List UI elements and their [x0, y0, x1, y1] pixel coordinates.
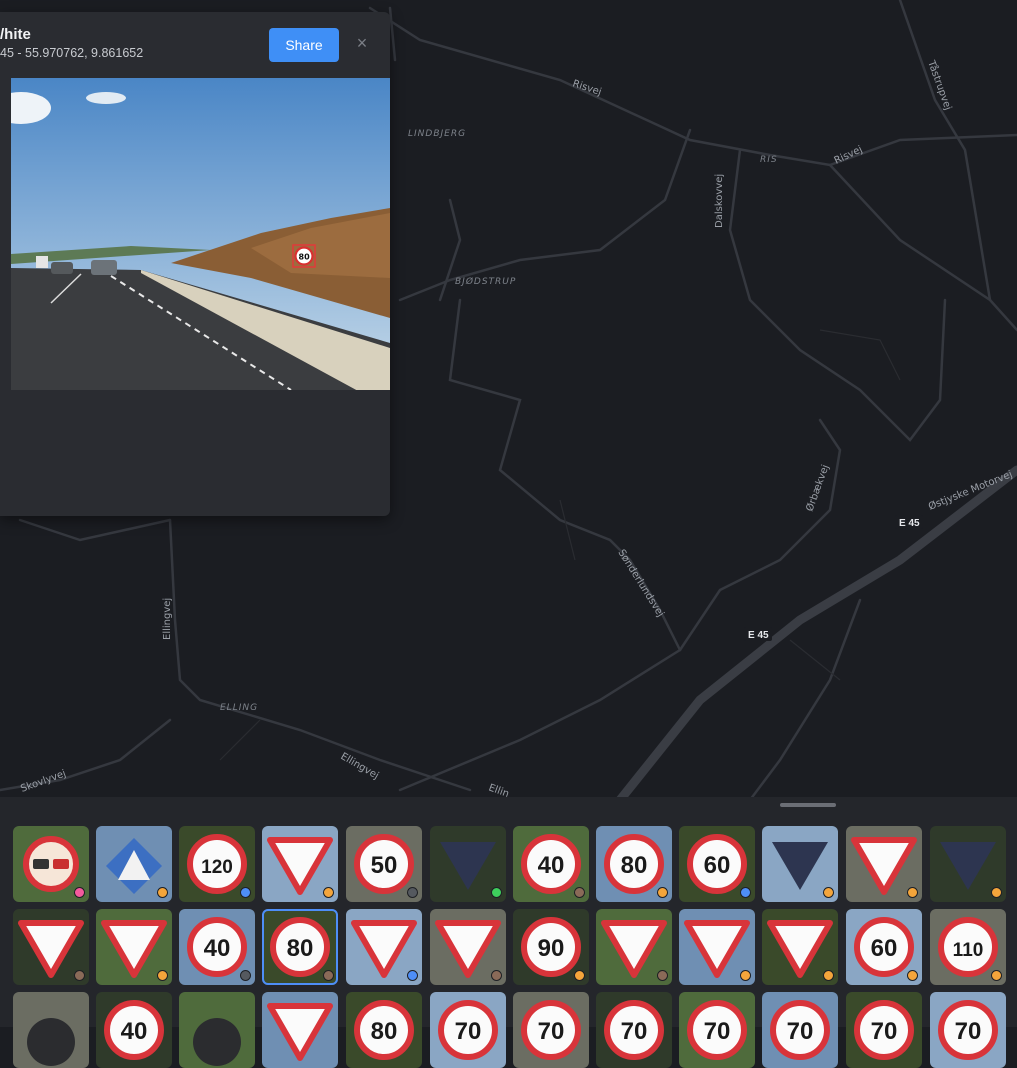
place-label: RIS: [760, 155, 778, 165]
svg-text:70: 70: [621, 1018, 648, 1045]
status-dot: [157, 970, 168, 981]
status-dot: [907, 970, 918, 981]
road-label: Ellingvej: [162, 598, 173, 640]
status-dot: [407, 970, 418, 981]
status-dot: [740, 970, 751, 981]
svg-text:80: 80: [299, 253, 311, 262]
svg-text:80: 80: [621, 852, 648, 879]
thumbnail-pedestrian[interactable]: [96, 826, 172, 902]
status-dot: [323, 970, 334, 981]
thumbnail-yield[interactable]: [596, 909, 672, 985]
status-dot: [407, 887, 418, 898]
svg-text:40: 40: [204, 935, 231, 962]
thumbnail-dark[interactable]: [13, 992, 89, 1068]
thumbnail-speed-50[interactable]: 50: [346, 826, 422, 902]
svg-text:70: 70: [704, 1018, 731, 1045]
thumbnail-dark[interactable]: [179, 992, 255, 1068]
thumbnail-speed-90[interactable]: 90: [513, 909, 589, 985]
status-dot: [74, 970, 85, 981]
thumbnail-speed-70[interactable]: 70: [930, 992, 1006, 1068]
svg-text:70: 70: [787, 1018, 814, 1045]
coordinates-text: 45 - 55.970762, 9.861652: [0, 46, 144, 60]
thumbnail-speed-70[interactable]: 70: [679, 992, 755, 1068]
svg-text:80: 80: [287, 935, 314, 962]
image-detail-card: /hite 45 - 55.970762, 9.861652 Share × 8…: [0, 12, 390, 516]
svg-text:110: 110: [953, 940, 984, 961]
place-label: BJØDSTRUP: [455, 276, 516, 287]
thumbnail-strip[interactable]: 120 50 40 80 60 40 80 90 60 110 40 80 70 70 70 70 70 70 70: [0, 797, 1017, 1068]
thumbnail-speed-70[interactable]: 70: [513, 992, 589, 1068]
svg-text:40: 40: [538, 852, 565, 879]
status-dot: [157, 887, 168, 898]
thumbnail-speed-60[interactable]: 60: [679, 826, 755, 902]
thumbnail-speed-70[interactable]: 70: [596, 992, 672, 1068]
thumbnail-yield[interactable]: [13, 909, 89, 985]
thumbnail-yield-dark[interactable]: [762, 826, 838, 902]
svg-text:60: 60: [704, 852, 731, 879]
status-dot: [74, 887, 85, 898]
status-dot: [991, 970, 1002, 981]
status-dot: [574, 970, 585, 981]
thumbnail-speed-70[interactable]: 70: [762, 992, 838, 1068]
detected-object-title: /hite: [0, 26, 31, 43]
e45-shield: E 45: [899, 518, 920, 529]
svg-text:70: 70: [955, 1018, 982, 1045]
status-dot: [907, 887, 918, 898]
thumbnail-yield[interactable]: [846, 826, 922, 902]
svg-text:70: 70: [871, 1018, 898, 1045]
road-label: Dalskovvej: [714, 174, 725, 228]
thumbnail-speed-120[interactable]: 120: [179, 826, 255, 902]
thumbnail-speed-70[interactable]: 70: [430, 992, 506, 1068]
thumbnail-speed-40[interactable]: 40: [513, 826, 589, 902]
svg-text:120: 120: [201, 857, 233, 878]
status-dot: [574, 887, 585, 898]
thumbnail-yield[interactable]: [679, 909, 755, 985]
thumbnail-yield[interactable]: [262, 992, 338, 1068]
svg-text:80: 80: [371, 1018, 398, 1045]
thumbnail-speed-80[interactable]: 80: [596, 826, 672, 902]
svg-text:50: 50: [371, 852, 398, 879]
status-dot: [740, 887, 751, 898]
thumbnail-yield[interactable]: [430, 909, 506, 985]
status-dot: [657, 887, 668, 898]
thumbnail-yield[interactable]: [346, 909, 422, 985]
status-dot: [657, 970, 668, 981]
thumbnail-speed-40[interactable]: 40: [179, 909, 255, 985]
status-dot: [823, 970, 834, 981]
status-dot: [240, 970, 251, 981]
drag-handle[interactable]: [780, 803, 836, 807]
thumbnail-yield[interactable]: [96, 909, 172, 985]
status-dot: [491, 970, 502, 981]
thumbnail-yield-dark[interactable]: [430, 826, 506, 902]
thumbnail-yield[interactable]: [262, 826, 338, 902]
thumbnail-speed-80[interactable]: 80: [346, 992, 422, 1068]
status-dot: [240, 887, 251, 898]
svg-text:90: 90: [538, 935, 565, 962]
thumbnail-no-overtaking[interactable]: [13, 826, 89, 902]
thumbnail-speed-80[interactable]: 80: [262, 909, 338, 985]
status-dot: [323, 887, 334, 898]
place-label: LINDBJERG: [408, 129, 466, 139]
thumbnail-speed-70[interactable]: 70: [846, 992, 922, 1068]
share-button[interactable]: Share: [269, 28, 339, 62]
svg-text:70: 70: [455, 1018, 482, 1045]
thumbnail-speed-60[interactable]: 60: [846, 909, 922, 985]
status-dot: [991, 887, 1002, 898]
e45-shield: E 45: [748, 630, 769, 641]
svg-text:40: 40: [121, 1018, 148, 1045]
status-dot: [491, 887, 502, 898]
svg-text:60: 60: [871, 935, 898, 962]
thumbnail-speed-110[interactable]: 110: [930, 909, 1006, 985]
thumbnail-yield[interactable]: [762, 909, 838, 985]
svg-text:70: 70: [538, 1018, 565, 1045]
close-icon[interactable]: ×: [352, 33, 372, 53]
street-level-photo[interactable]: 80: [11, 78, 390, 398]
thumbnail-speed-40[interactable]: 40: [96, 992, 172, 1068]
status-dot: [823, 887, 834, 898]
thumbnail-yield-dark[interactable]: [930, 826, 1006, 902]
place-label: ELLING: [220, 703, 258, 713]
